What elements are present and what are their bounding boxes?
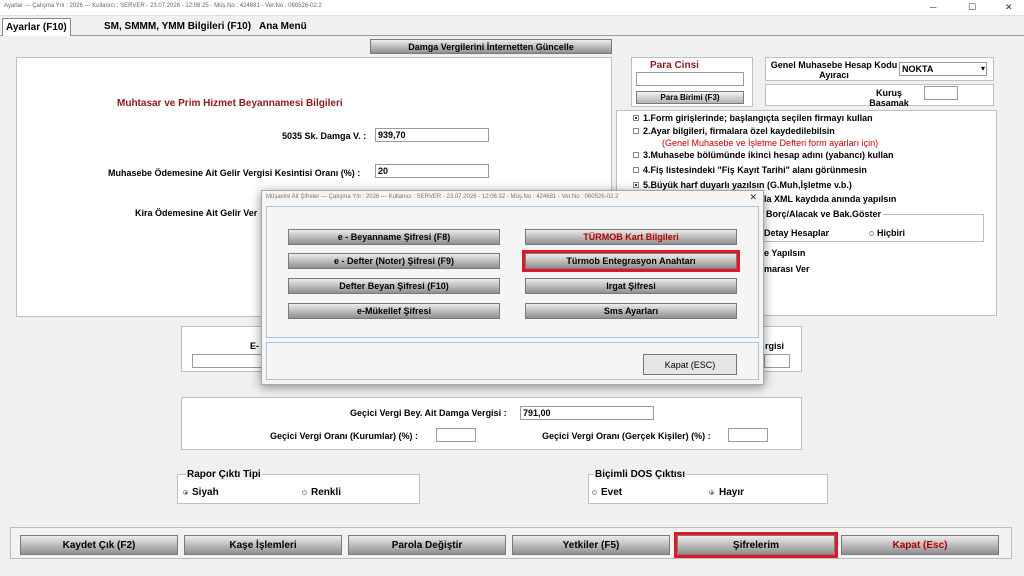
hicbiri-radio[interactable] [869,231,874,236]
tab-ayarlar[interactable]: Ayarlar (F10) [2,18,71,36]
hesap-value: NOKTA [902,64,934,74]
gecici-panel [181,397,802,450]
borc-title: Borç/Alacak ve Bak.Göster [764,209,884,219]
muhtasar-title: Muhtasar ve Prim Hizmet Beyannamesi Bilg… [117,98,343,109]
turmob-kart-button[interactable]: TÜRMOB Kart Bilgileri [525,229,737,245]
gecici-damga-label: Geçici Vergi Bey. Ait Damga Vergisi : [350,408,507,418]
hicbiri-label: Hiçbiri [877,228,906,238]
tab-bar: Ayarlar (F10) SM, SMMM, YMM Bilgileri (F… [0,17,1024,36]
kaydet-button[interactable]: Kaydet Çık (F2) [20,535,178,555]
kurus-label: Kuruş Basamak [869,88,909,108]
option-4-label: 4.Fiş listesindeki "Fiş Kayıt Tarihi" al… [643,165,867,175]
option-1-checkbox[interactable] [633,115,639,121]
damga-label: 5035 Sk. Damga V. : [282,131,367,141]
tab-ana-menu[interactable]: Ana Menü [256,18,310,36]
muhasebe-label: Muhasebe Ödemesine Ait Gelir Vergisi Kes… [108,168,361,178]
e-input[interactable] [192,354,272,368]
option-3-label: 3.Muhasebe bölümünde ikinci hesap adını … [643,150,894,160]
sifrelerim-button[interactable]: Şifrelerim [674,532,838,558]
option-2-label: 2.Ayar bilgileri, firmalara özel kaydedi… [643,126,835,136]
para-birimi-button[interactable]: Para Birimi (F3) [636,91,744,104]
damga-guncelle-button[interactable]: Damga Vergilerini İnternetten Güncelle [370,39,612,54]
kase-button[interactable]: Kaşe İşlemleri [184,535,342,555]
option-2-note: (Genel Muhasebe ve İşletme Defteri form … [662,138,879,148]
dialog-kapat-button[interactable]: Kapat (ESC) [643,354,737,375]
renkli-label: Renkli [311,487,342,498]
sifreler-dialog: Müşavire Ait Şifreler --- Çalışma Yılı :… [261,190,764,385]
siyah-label: Siyah [192,487,219,498]
dialog-close-icon[interactable]: ✕ [749,192,757,203]
evet-label: Evet [601,487,623,498]
close-icon[interactable]: ✕ [1005,2,1013,13]
e-label: E- [250,341,259,351]
option-2-checkbox[interactable] [633,128,639,134]
option-4-checkbox[interactable] [633,167,639,173]
para-title: Para Cinsi [650,60,699,71]
gecici-gercek-label: Geçici Vergi Oranı (Gerçek Kişiler) (%) … [542,431,711,441]
yapilsin-label: e Yapılsın [764,248,806,258]
hayir-label: Hayır [719,487,745,498]
yetkiler-button[interactable]: Yetkiler (F5) [512,535,670,555]
tab-sm-bilgileri[interactable]: SM, SMMM, YMM Bilgileri (F10) [101,18,254,36]
hesap-select[interactable]: NOKTA ▾ [899,62,987,76]
damga-input[interactable]: 939,70 [375,128,489,142]
gecici-kurumlar-input[interactable] [436,428,476,442]
window-titlebar: Ayarlar --- Çalışma Yılı : 2026 --- Kull… [0,0,1024,16]
evet-radio[interactable] [592,490,597,495]
gecici-gercek-input[interactable] [728,428,768,442]
gecici-kurumlar-label: Geçici Vergi Oranı (Kurumlar) (%) : [270,431,419,441]
turmob-entegrasyon-button[interactable]: Türmob Entegrasyon Anahtarı [522,250,740,272]
defter-noter-sifresi-button[interactable]: e - Defter (Noter) Şifresi (F9) [288,253,500,269]
option-5-checkbox[interactable] [633,182,639,188]
option-3-checkbox[interactable] [633,152,639,158]
window-title: Ayarlar --- Çalışma Yılı : 2026 --- Kull… [4,3,322,9]
parola-button[interactable]: Parola Değiştir [348,535,506,555]
defter-beyan-sifresi-button[interactable]: Defter Beyan Şifresi (F10) [288,278,500,294]
numara-label: marası Ver [764,264,810,274]
hesap-label: Genel Muhasebe Hesap Kodu Ayıracı [770,60,898,80]
rapor-title: Rapor Çıktı Tipi [186,469,262,480]
kapat-button[interactable]: Kapat (Esc) [841,535,999,555]
option-1-label: 1.Form girişlerinde; başlangıçta seçilen… [643,113,873,123]
kurus-input[interactable] [924,86,958,100]
vergisi-input[interactable] [764,354,790,368]
vergisi-label: rgisi [765,341,785,351]
muhasebe-input[interactable]: 20 [375,164,489,178]
irgat-sifresi-button[interactable]: Irgat Şifresi [525,278,737,294]
renkli-radio[interactable] [302,490,307,495]
dialog-title: Müşavire Ait Şifreler --- Çalışma Yılı :… [266,194,619,200]
gecici-damga-input[interactable]: 791,00 [520,406,654,420]
hayir-radio[interactable] [709,490,714,495]
chevron-down-icon: ▾ [980,64,985,73]
sms-ayarlari-button[interactable]: Sms Ayarları [525,303,737,319]
option-6-label: la XML kaydıda anında yapılsın [764,194,897,204]
bicimli-title: Biçimli DOS Çıktısı [594,469,687,480]
minimize-icon[interactable]: ─ [930,2,936,12]
detay-label: Detay Hesaplar [764,228,830,238]
para-input[interactable] [636,72,744,86]
option-5-label: 5.Büyük harf duyarlı yazılsın (G.Muh,İşl… [643,180,852,190]
e-mukellef-sifresi-button[interactable]: e-Mükellef Şifresi [288,303,500,319]
siyah-radio[interactable] [183,490,188,495]
kira-label: Kira Ödemesine Ait Gelir Ver [135,208,258,218]
maximize-icon[interactable]: ☐ [968,2,976,13]
beyanname-sifresi-button[interactable]: e - Beyanname Şifresi (F8) [288,229,500,245]
